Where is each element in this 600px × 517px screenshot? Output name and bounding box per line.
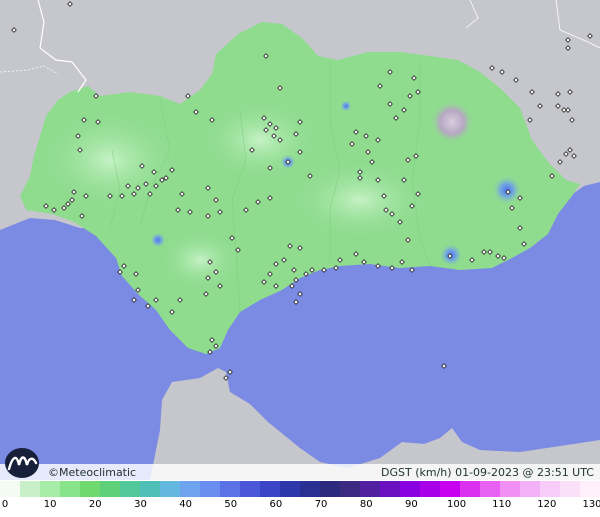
scale-swatch [220,481,241,497]
scale-swatch [240,481,261,497]
scale-swatch [140,481,161,497]
scale-swatch [60,481,81,497]
scale-swatch [340,481,361,497]
scale-tick-label: 120 [537,499,557,510]
scale-swatch [540,481,561,497]
scale-swatch [0,481,21,497]
scale-tick-label: 70 [314,499,328,510]
scale-swatch [120,481,141,497]
color-scale: 0 10 20 30 40 50 60 70 80 90 100 110 120 130 [0,481,600,517]
scale-tick-label: 30 [134,499,147,510]
scale-swatch [480,481,501,497]
scale-swatch [460,481,481,497]
gust-hotspot [340,100,352,112]
sierra-nevada-relief [430,100,474,144]
scale-tick-label: 50 [224,499,238,510]
scale-swatch [560,481,581,497]
scale-swatch [420,481,441,497]
scale-tick-label: 90 [405,499,418,510]
color-scale-bar [0,481,600,497]
legend-title: DGST (km/h) 01-09-2023 @ 23:51 UTC [381,466,594,479]
scale-tick-label: 20 [88,499,102,510]
calm-zone [200,100,320,180]
scale-swatch [500,481,521,497]
scale-swatch [100,481,121,497]
scale-swatch [440,481,461,497]
scale-swatch [40,481,61,497]
scale-swatch [280,481,301,497]
scale-swatch [80,481,101,497]
gust-hotspot [150,232,166,248]
credit-label: ©Meteoclimatic [48,466,137,479]
scale-swatch [360,481,381,497]
scale-swatch [380,481,401,497]
scale-tick-label: 60 [269,499,283,510]
scale-tick-label: 80 [359,499,373,510]
scale-swatch [180,481,201,497]
wind-gust-map[interactable] [0,0,600,480]
scale-swatch [20,481,41,497]
map-viewer: ©Meteoclimatic DGST (km/h) 01-09-2023 @ … [0,0,600,517]
scale-tick-label: 10 [43,499,57,510]
scale-swatch [260,481,281,497]
meteoclimatic-logo-icon [5,448,39,478]
scale-swatch [300,481,321,497]
scale-tick-label: 40 [179,499,192,510]
scale-swatch [200,481,221,497]
scale-swatch [320,481,341,497]
scale-swatch [160,481,181,497]
scale-swatch [580,481,600,497]
scale-tick-label: 100 [446,499,467,510]
scale-tick-label: 0 [1,499,9,510]
scale-tick-label: 110 [492,499,512,510]
scale-swatch [520,481,541,497]
scale-swatch [400,481,421,497]
calm-zone [160,230,240,290]
scale-tick-label: 130 [582,499,600,510]
gust-hotspot [492,175,522,205]
